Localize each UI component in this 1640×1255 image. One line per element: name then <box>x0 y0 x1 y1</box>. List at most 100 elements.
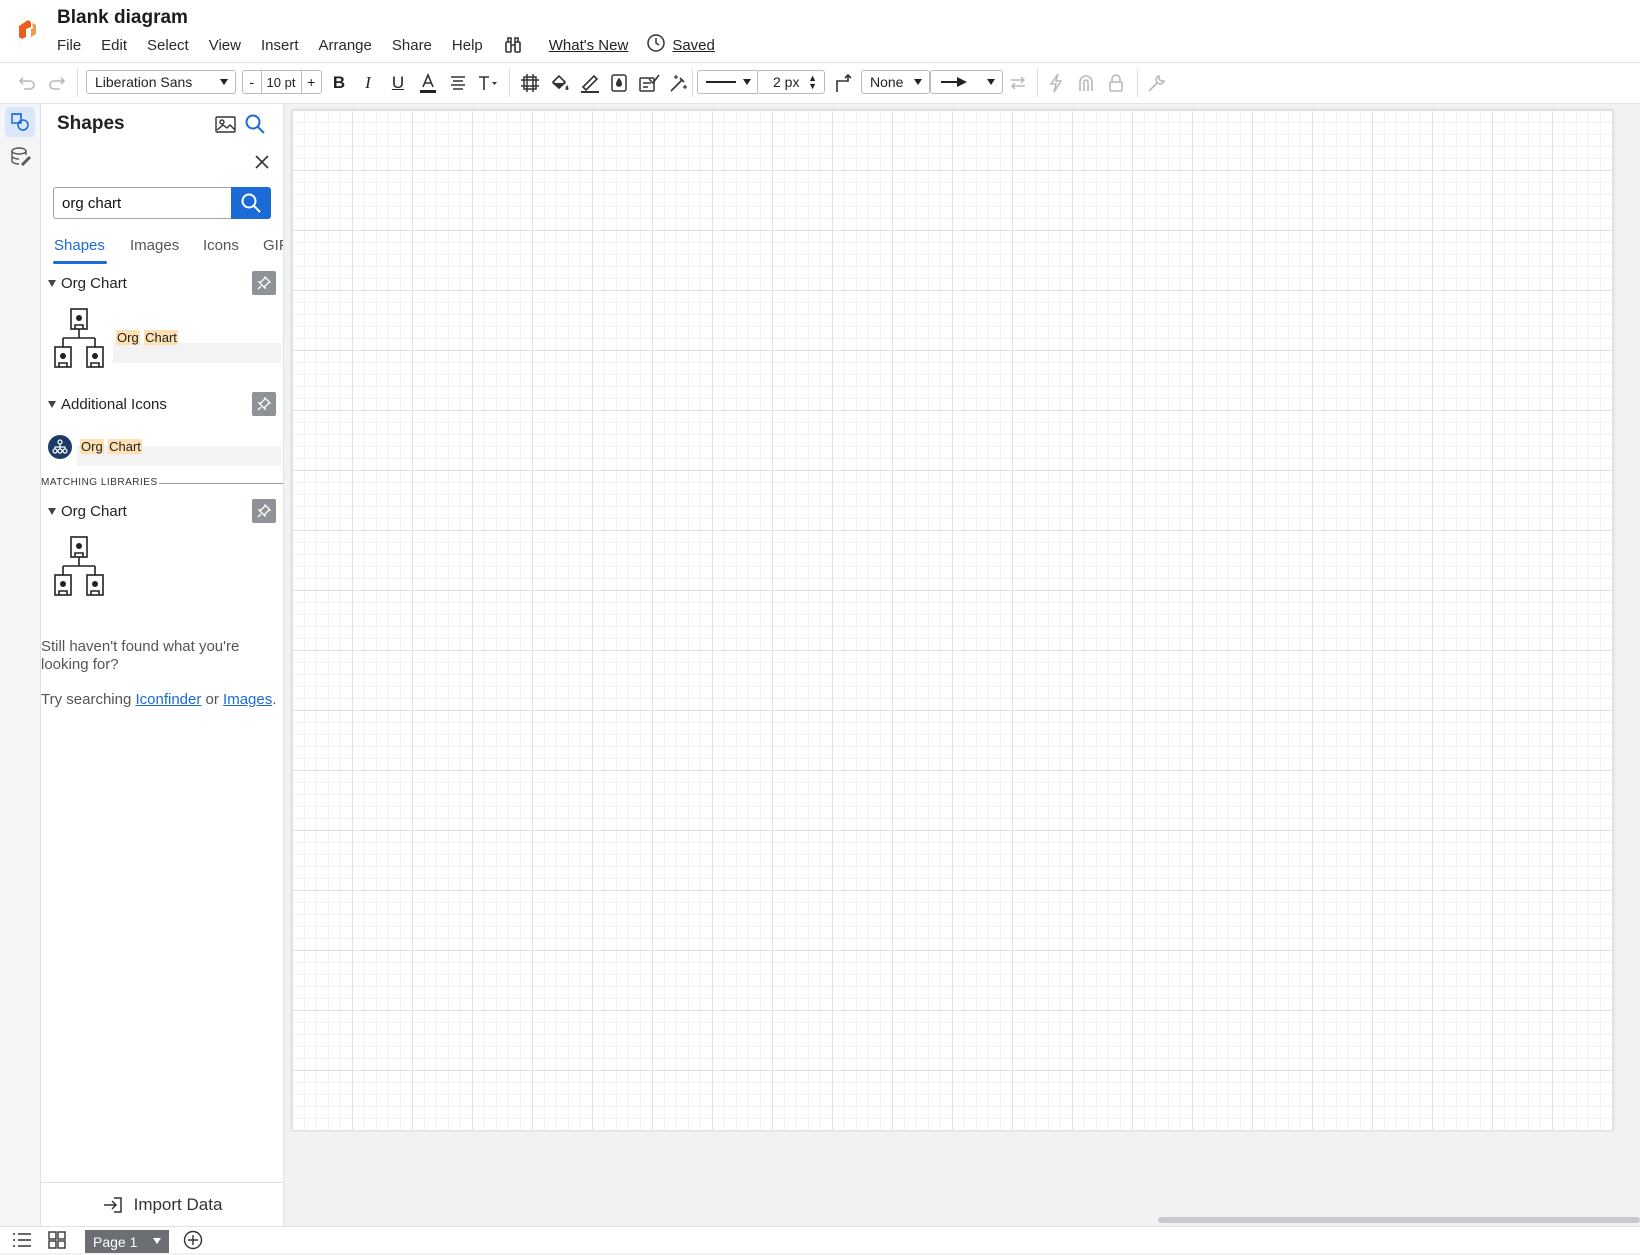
image-search-icon[interactable] <box>215 114 237 139</box>
clock-icon <box>646 33 666 57</box>
magnet-icon[interactable] <box>1074 63 1098 103</box>
arrow-end-select[interactable] <box>930 70 1003 94</box>
shapes-rail-button[interactable] <box>5 107 35 137</box>
shape-format-icon[interactable] <box>518 63 542 103</box>
binoculars-icon[interactable] <box>503 35 523 55</box>
shapes-panel: Shapes Shapes Images Icons GIF Org Chart <box>41 104 284 1226</box>
menu-bar: File Edit Select View Insert Arrange Sha… <box>57 33 715 57</box>
diagram-canvas[interactable] <box>292 110 1613 1130</box>
search-icon[interactable] <box>244 113 266 140</box>
opacity-icon[interactable] <box>608 63 630 103</box>
solid-line-icon <box>706 81 736 83</box>
left-rail <box>0 104 41 1226</box>
magic-wand-icon[interactable] <box>667 63 691 103</box>
align-text-icon[interactable] <box>447 63 469 103</box>
pin-button[interactable] <box>252 499 276 523</box>
font-size-value[interactable]: 10 pt <box>262 75 301 90</box>
bold-icon[interactable]: B <box>328 63 350 103</box>
pin-icon <box>257 504 271 518</box>
tab-icons[interactable]: Icons <box>203 237 239 254</box>
result-label: Org Chart <box>80 439 142 454</box>
font-size-stepper[interactable]: - 10 pt + <box>242 70 322 94</box>
tab-images[interactable]: Images <box>130 237 179 254</box>
app-logo-icon[interactable] <box>16 17 38 41</box>
line-width-value[interactable]: 2 px <box>773 74 799 90</box>
result-org-chart-shape[interactable]: Org Chart <box>48 307 178 369</box>
line-style-select[interactable] <box>697 70 759 94</box>
swap-arrows-icon[interactable] <box>1006 63 1030 103</box>
menu-share[interactable]: Share <box>392 37 432 54</box>
chevron-down-icon <box>914 79 922 85</box>
images-link[interactable]: Images <box>223 691 272 708</box>
section-additional-icons[interactable]: Additional Icons <box>48 392 276 416</box>
menu-arrange[interactable]: Arrange <box>319 37 372 54</box>
data-rail-button[interactable] <box>5 142 35 172</box>
chevron-down-icon[interactable] <box>153 1238 161 1244</box>
connector-type-icon[interactable] <box>832 63 856 103</box>
close-icon[interactable] <box>255 155 269 174</box>
redo-icon[interactable] <box>46 63 68 103</box>
org-chart-shape-icon <box>54 308 104 368</box>
pin-button[interactable] <box>252 392 276 416</box>
canvas-area[interactable] <box>284 104 1640 1226</box>
whats-new-link[interactable]: What's New <box>549 37 629 54</box>
library-org-chart-shape[interactable] <box>48 535 110 597</box>
arrow-start-select[interactable]: None <box>861 70 930 94</box>
grid-view-icon[interactable] <box>48 1231 66 1254</box>
wrench-icon[interactable] <box>1145 63 1169 103</box>
tab-shapes[interactable]: Shapes <box>54 237 105 254</box>
menu-insert[interactable]: Insert <box>261 37 299 54</box>
style-preset-icon[interactable] <box>637 63 661 103</box>
menu-select[interactable]: Select <box>147 37 189 54</box>
menu-file[interactable]: File <box>57 37 81 54</box>
collapse-triangle-icon <box>48 279 56 287</box>
add-page-icon[interactable] <box>183 1230 203 1255</box>
lock-icon[interactable] <box>1104 63 1128 103</box>
library-org-chart[interactable]: Org Chart <box>48 499 276 523</box>
list-view-icon[interactable] <box>12 1232 32 1253</box>
toolbar-divider <box>509 69 510 97</box>
page-tab[interactable]: Page 1 <box>85 1230 169 1253</box>
result-org-chart-icon[interactable]: Org Chart <box>48 435 142 459</box>
line-width-stepper[interactable]: 2 px ▲ ▼ <box>757 70 825 94</box>
font-size-increase-button[interactable]: + <box>300 71 321 93</box>
collapse-triangle-icon <box>48 507 56 515</box>
saved-status[interactable]: Saved <box>646 33 715 57</box>
font-size-decrease-button[interactable]: - <box>243 71 262 93</box>
pin-icon <box>257 397 271 411</box>
import-data-button[interactable]: Import Data <box>41 1182 283 1226</box>
search-icon <box>241 193 261 213</box>
document-title[interactable]: Blank diagram <box>57 7 188 29</box>
search-submit-button[interactable] <box>231 187 271 219</box>
underline-icon[interactable]: U <box>387 63 409 103</box>
no-results-hint: Still haven't found what you're looking … <box>41 638 240 673</box>
iconfinder-link[interactable]: Iconfinder <box>135 691 201 708</box>
menu-view[interactable]: View <box>209 37 241 54</box>
tab-gif[interactable]: GIF <box>263 237 283 254</box>
chevron-down-icon <box>743 79 751 85</box>
toolbar-divider <box>77 69 78 97</box>
org-chart-circle-icon <box>48 435 72 459</box>
text-color-icon[interactable] <box>417 63 439 103</box>
toolbar-divider <box>1137 69 1138 97</box>
fill-color-icon[interactable] <box>548 63 572 103</box>
search-input[interactable] <box>53 187 233 219</box>
pin-button[interactable] <box>252 271 276 295</box>
italic-icon[interactable]: I <box>357 63 379 103</box>
import-icon <box>103 1197 122 1213</box>
section-org-chart[interactable]: Org Chart <box>48 271 276 295</box>
collapse-triangle-icon <box>48 400 56 408</box>
menu-edit[interactable]: Edit <box>101 37 127 54</box>
action-bolt-icon[interactable] <box>1044 63 1068 103</box>
line-color-icon[interactable] <box>578 63 602 103</box>
chevron-down-icon <box>987 79 995 85</box>
page-tab-label: Page 1 <box>93 1233 138 1250</box>
text-options-icon[interactable] <box>476 63 500 103</box>
stepper-arrows-icon[interactable]: ▲ ▼ <box>808 74 817 91</box>
horizontal-scrollbar[interactable] <box>1158 1217 1640 1223</box>
toolbar-divider <box>692 69 693 97</box>
font-family-select[interactable]: Liberation Sans <box>86 70 236 94</box>
active-tab-indicator <box>53 261 107 264</box>
menu-help[interactable]: Help <box>452 37 483 54</box>
undo-icon[interactable] <box>16 63 38 103</box>
